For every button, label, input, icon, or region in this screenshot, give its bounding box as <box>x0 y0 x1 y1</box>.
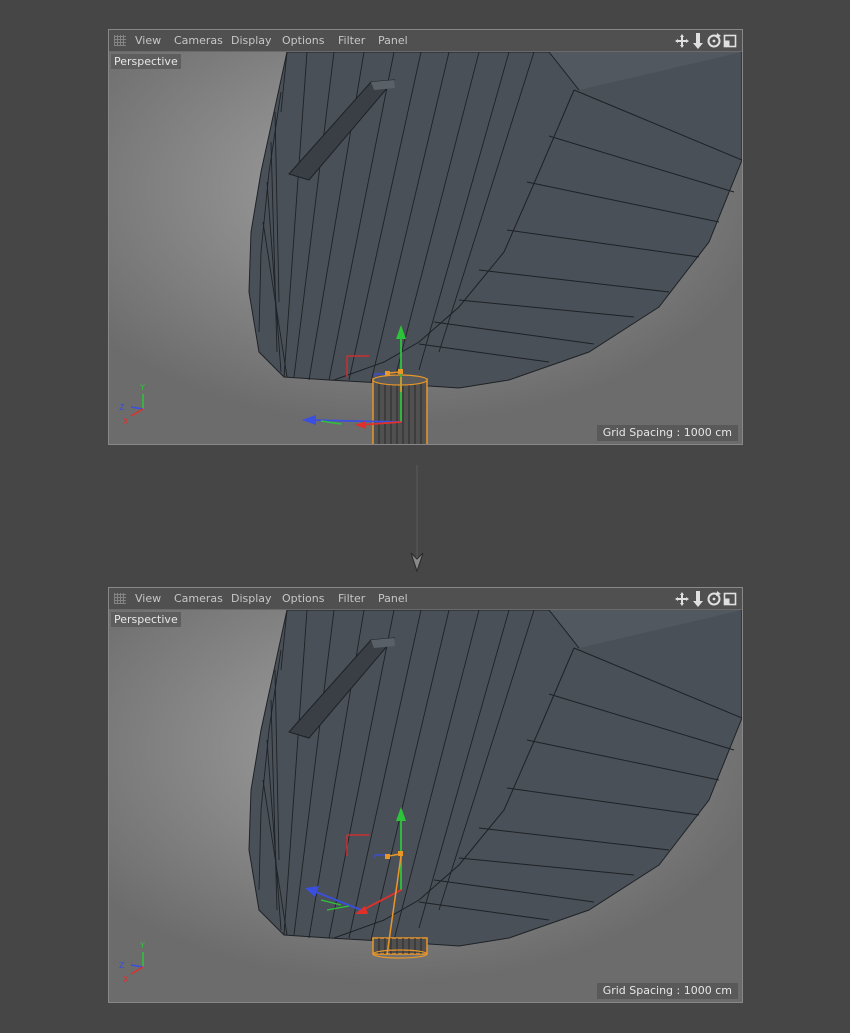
viewport-canvas[interactable]: Y Z X Perspective Grid Spacing : 1000 cm <box>109 610 742 1002</box>
menu-cameras[interactable]: Cameras <box>174 592 223 605</box>
scene-render: Y Z X <box>109 610 742 1002</box>
maximize-view-icon[interactable] <box>722 590 738 608</box>
viewport-menubar: View Cameras Display Options Filter Pane… <box>109 588 742 610</box>
menu-filter[interactable]: Filter <box>338 34 365 47</box>
menu-options[interactable]: Options <box>282 34 324 47</box>
menu-display[interactable]: Display <box>231 592 272 605</box>
menu-panel[interactable]: Panel <box>378 34 408 47</box>
menu-view[interactable]: View <box>135 592 161 605</box>
axis-label-x: X <box>123 975 129 984</box>
selected-cylinder <box>372 374 428 444</box>
grid-spacing-label: Grid Spacing : 1000 cm <box>596 425 738 441</box>
viewport-window-before: View Cameras Display Options Filter Pane… <box>108 29 743 445</box>
maximize-view-icon[interactable] <box>722 32 738 50</box>
move-view-icon[interactable] <box>674 32 690 50</box>
menu-panel[interactable]: Panel <box>378 592 408 605</box>
rotate-view-icon[interactable] <box>706 32 722 50</box>
menu-options[interactable]: Options <box>282 592 324 605</box>
scene-render: Y Z X <box>109 52 742 444</box>
panel-grip-icon[interactable] <box>114 35 126 46</box>
move-view-icon[interactable] <box>674 590 690 608</box>
menu-filter[interactable]: Filter <box>338 592 365 605</box>
axis-label-x: X <box>123 417 129 426</box>
menu-cameras[interactable]: Cameras <box>174 34 223 47</box>
menu-display[interactable]: Display <box>231 34 272 47</box>
view-navigation <box>674 32 740 50</box>
axis-label-y: Y <box>139 941 145 950</box>
view-label[interactable]: Perspective <box>111 54 181 69</box>
zoom-view-icon[interactable] <box>690 32 706 50</box>
axis-label-y: Y <box>139 383 145 392</box>
view-label[interactable]: Perspective <box>111 612 181 627</box>
axis-label-z: Z <box>119 961 125 970</box>
viewport-window-after: View Cameras Display Options Filter Pane… <box>108 587 743 1003</box>
down-arrow-icon <box>410 465 424 573</box>
menu-view[interactable]: View <box>135 34 161 47</box>
view-navigation <box>674 590 740 608</box>
rotate-view-icon[interactable] <box>706 590 722 608</box>
panel-grip-icon[interactable] <box>114 593 126 604</box>
axis-label-z: Z <box>119 403 125 412</box>
viewport-menubar: View Cameras Display Options Filter Pane… <box>109 30 742 52</box>
zoom-view-icon[interactable] <box>690 590 706 608</box>
viewport-canvas[interactable]: Y Z X Perspective Grid Spacing : 1000 cm <box>109 52 742 444</box>
grid-spacing-label: Grid Spacing : 1000 cm <box>596 983 738 999</box>
